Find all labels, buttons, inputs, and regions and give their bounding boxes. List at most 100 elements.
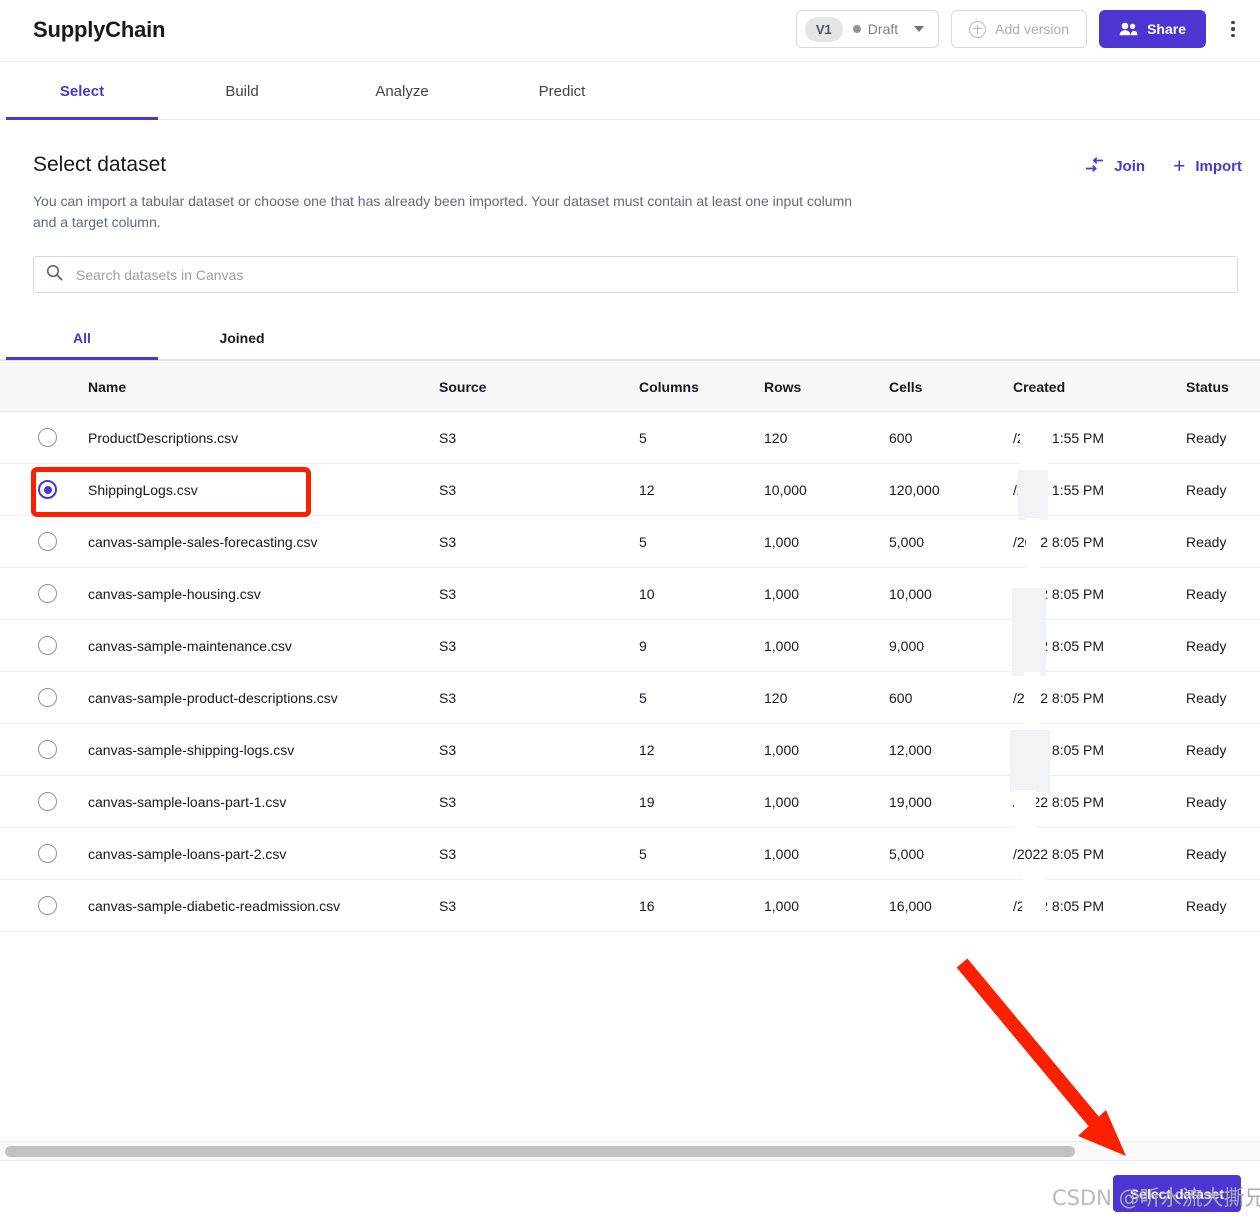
cell-status: Ready	[1186, 586, 1227, 602]
cell-columns: 5	[639, 846, 647, 862]
cell-source: S3	[439, 794, 457, 810]
cell-source: S3	[439, 586, 457, 602]
table-row[interactable]: canvas-sample-sales-forecasting.csv S3 5…	[0, 516, 1260, 568]
table-row[interactable]: canvas-sample-shipping-logs.csv S3 12 1,…	[0, 724, 1260, 776]
table-body: ProductDescriptions.csv S3 5 120 600 /20…	[0, 412, 1260, 932]
table-row[interactable]: canvas-sample-product-descriptions.csv S…	[0, 672, 1260, 724]
horizontal-scrollbar-thumb[interactable]	[5, 1146, 1075, 1157]
tab-build[interactable]: Build	[166, 62, 318, 120]
cell-status: Ready	[1186, 482, 1227, 498]
share-button[interactable]: Share	[1099, 10, 1206, 48]
status-dot-icon	[852, 25, 861, 33]
subtab-joined[interactable]: Joined	[166, 315, 318, 360]
section-title: Select dataset	[33, 153, 167, 176]
tab-predict[interactable]: Predict	[486, 62, 638, 120]
table-row[interactable]: canvas-sample-loans-part-2.csv S3 5 1,00…	[0, 828, 1260, 880]
tab-select[interactable]: Select	[6, 62, 158, 120]
table-row[interactable]: canvas-sample-housing.csv S3 10 1,000 10…	[0, 568, 1260, 620]
version-status-selector[interactable]: V1 Draft	[795, 10, 940, 48]
cell-columns: 5	[639, 690, 647, 706]
cell-name: canvas-sample-loans-part-2.csv	[88, 846, 287, 862]
cell-source: S3	[439, 638, 457, 654]
col-header-rows[interactable]: Rows	[764, 361, 801, 413]
row-radio[interactable]	[38, 480, 57, 499]
select-dataset-button[interactable]: Select dataset	[1112, 1175, 1241, 1212]
cell-name: ProductDescriptions.csv	[88, 430, 239, 446]
dataset-table: Name Source Columns Rows Cells Created S…	[0, 360, 1260, 932]
cell-name: canvas-sample-housing.csv	[88, 586, 261, 602]
cell-status: Ready	[1186, 898, 1227, 914]
cell-columns: 19	[639, 794, 655, 810]
col-header-cells[interactable]: Cells	[889, 361, 922, 413]
row-radio[interactable]	[38, 428, 57, 447]
table-row[interactable]: canvas-sample-maintenance.csv S3 9 1,000…	[0, 620, 1260, 672]
join-label: Join	[1114, 158, 1146, 175]
header-actions: V1 Draft Add version Share	[795, 10, 1248, 48]
table-row[interactable]: ProductDescriptions.csv S3 5 120 600 /20…	[0, 412, 1260, 464]
cell-name: canvas-sample-sales-forecasting.csv	[88, 534, 318, 550]
col-header-columns[interactable]: Columns	[639, 361, 699, 413]
join-icon	[1085, 157, 1104, 176]
section-actions: Join + Import	[1085, 156, 1242, 177]
tab-analyze[interactable]: Analyze	[326, 62, 478, 120]
table-header-row: Name Source Columns Rows Cells Created S…	[0, 360, 1260, 412]
cell-rows: 1,000	[764, 534, 800, 550]
cell-status: Ready	[1186, 846, 1227, 862]
join-button[interactable]: Join	[1085, 157, 1145, 176]
add-version-label: Add version	[995, 21, 1070, 37]
cell-columns: 12	[639, 482, 655, 498]
cell-source: S3	[439, 846, 457, 862]
status-badge: Draft	[852, 21, 899, 37]
app-header: SupplyChain V1 Draft Add version Share	[0, 0, 1260, 62]
cell-columns: 5	[639, 534, 647, 550]
import-button[interactable]: + Import	[1173, 156, 1242, 177]
section-description: You can import a tabular dataset or choo…	[33, 193, 853, 230]
share-label: Share	[1147, 21, 1186, 37]
canvas-select-dataset-page: SupplyChain V1 Draft Add version Share S…	[0, 0, 1260, 1218]
cell-rows: 1,000	[764, 638, 800, 654]
row-radio[interactable]	[38, 740, 57, 759]
col-header-status[interactable]: Status	[1186, 361, 1229, 413]
dataset-filter-tabs: All Joined	[0, 315, 1260, 360]
search-icon	[46, 264, 63, 286]
col-header-created[interactable]: Created	[1013, 361, 1065, 413]
row-radio[interactable]	[38, 532, 57, 551]
cell-cells: 5,000	[889, 846, 925, 862]
cell-rows: 1,000	[764, 898, 800, 914]
cell-name: canvas-sample-shipping-logs.csv	[88, 742, 295, 758]
horizontal-scrollbar-track[interactable]	[0, 1141, 1260, 1161]
row-radio[interactable]	[38, 792, 57, 811]
row-radio[interactable]	[38, 584, 57, 603]
cell-name: canvas-sample-product-descriptions.csv	[88, 690, 338, 706]
row-radio[interactable]	[38, 688, 57, 707]
more-options-icon[interactable]	[1218, 10, 1248, 48]
cell-columns: 5	[639, 430, 647, 446]
cell-status: Ready	[1186, 534, 1227, 550]
status-label: Draft	[867, 21, 899, 37]
row-radio[interactable]	[38, 896, 57, 915]
cell-source: S3	[439, 534, 457, 550]
cell-cells: 600	[889, 690, 913, 706]
row-radio[interactable]	[38, 844, 57, 863]
cell-status: Ready	[1186, 690, 1227, 706]
table-row[interactable]: ShippingLogs.csv S3 12 10,000 120,000 /2…	[0, 464, 1260, 516]
cell-status: Ready	[1186, 430, 1227, 446]
row-radio[interactable]	[38, 636, 57, 655]
cell-columns: 16	[639, 898, 655, 914]
cell-columns: 12	[639, 742, 655, 758]
chevron-down-icon[interactable]	[914, 26, 925, 32]
search-input[interactable]	[74, 265, 1225, 284]
cell-status: Ready	[1186, 638, 1227, 654]
col-header-name[interactable]: Name	[88, 361, 126, 413]
table-row[interactable]: canvas-sample-diabetic-readmission.csv S…	[0, 880, 1260, 932]
cell-rows: 120	[764, 430, 788, 446]
cell-rows: 1,000	[764, 586, 800, 602]
col-header-source[interactable]: Source	[439, 361, 486, 413]
search-box[interactable]	[33, 256, 1238, 293]
cell-status: Ready	[1186, 742, 1227, 758]
table-row[interactable]: canvas-sample-loans-part-1.csv S3 19 1,0…	[0, 776, 1260, 828]
subtab-all[interactable]: All	[6, 315, 158, 360]
cell-columns: 9	[639, 638, 647, 654]
cell-cells: 600	[889, 430, 913, 446]
add-version-button[interactable]: Add version	[951, 10, 1088, 48]
